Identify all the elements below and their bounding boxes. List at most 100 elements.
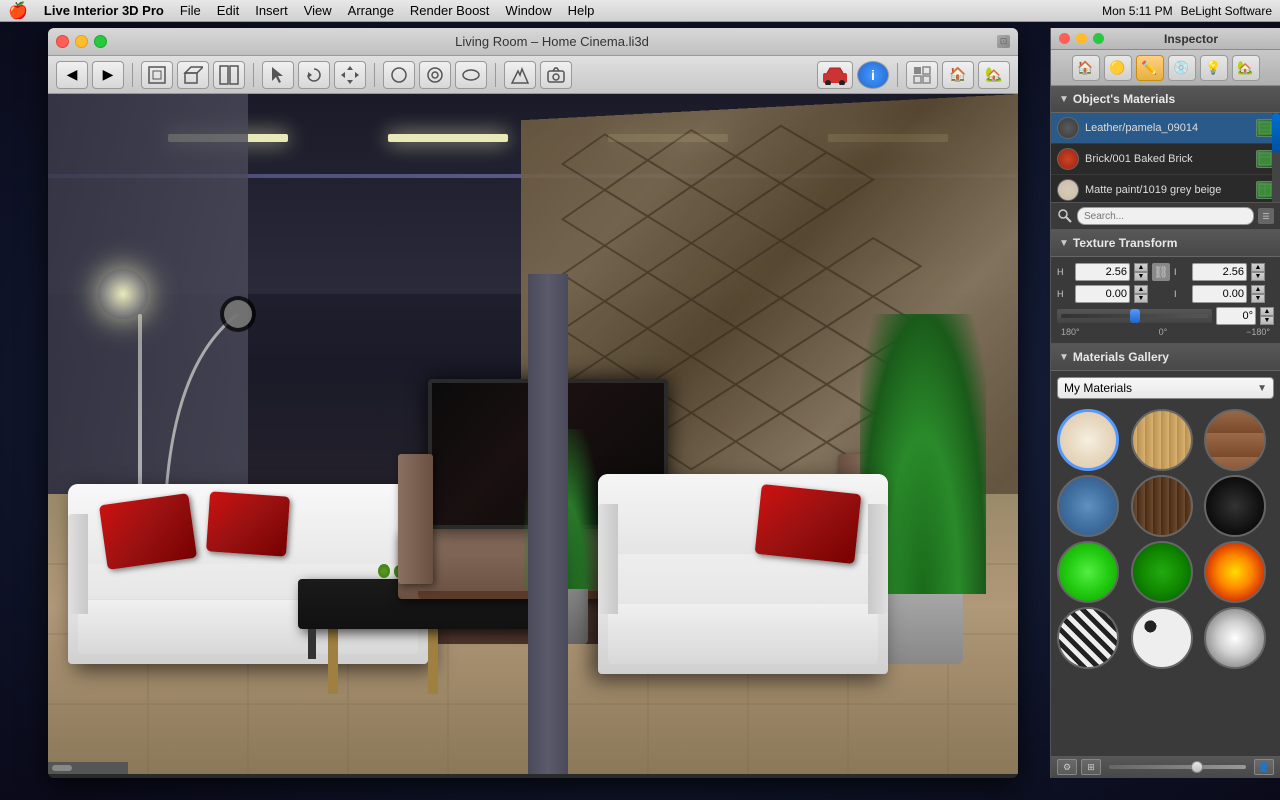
menubar-edit[interactable]: Edit [217, 3, 239, 18]
tt-scale-h-spinner[interactable]: ▲ ▼ [1134, 263, 1148, 281]
material-item-paint[interactable]: Matte paint/1019 grey beige [1051, 175, 1280, 203]
materials-list[interactable]: Leather/pamela_09014 Brick/001 Baked Bri… [1051, 113, 1280, 203]
toolbar-rotate[interactable] [298, 61, 330, 89]
tt-offset-l-input[interactable] [1192, 285, 1247, 303]
tab-room[interactable]: 🏠 [1072, 55, 1100, 81]
tt-scale-l-up[interactable]: ▲ [1251, 263, 1265, 272]
gallery-section-title: Materials Gallery [1073, 350, 1169, 364]
tt-rotation-slider[interactable] [1057, 309, 1212, 323]
inspector-size-slider[interactable] [1109, 765, 1246, 769]
gallery-item-wood-dark[interactable] [1131, 475, 1193, 537]
inspector-minimize[interactable] [1076, 33, 1087, 44]
inspector-user-button[interactable]: 👤 [1254, 759, 1274, 775]
gallery-item-water[interactable] [1057, 475, 1119, 537]
tt-offset-l-spinner[interactable]: ▲ ▼ [1251, 285, 1265, 303]
gallery-item-spots[interactable] [1131, 607, 1193, 669]
materials-menu-button[interactable]: ☰ [1258, 208, 1274, 224]
menubar-help[interactable]: Help [568, 3, 595, 18]
materials-search-input[interactable] [1077, 207, 1254, 225]
toolbar-view2[interactable]: 🏠 [942, 61, 974, 89]
material-item-leather[interactable]: Leather/pamela_09014 [1051, 113, 1280, 144]
toolbar-back[interactable]: ◀ [56, 61, 88, 89]
maximize-button[interactable] [94, 35, 107, 48]
tt-angle-input[interactable] [1216, 307, 1256, 325]
toolbar-view3[interactable]: 🏡 [978, 61, 1010, 89]
materials-scrollbar[interactable] [1272, 113, 1280, 202]
toolbar-floorplan[interactable] [141, 61, 173, 89]
toolbar-car[interactable] [817, 61, 853, 89]
armchair [598, 474, 888, 674]
gallery-item-black[interactable] [1204, 475, 1266, 537]
tt-angle-up[interactable]: ▲ [1260, 307, 1274, 316]
tab-material[interactable]: ✏️ [1136, 55, 1164, 81]
tab-scene[interactable]: 🏡 [1232, 55, 1260, 81]
close-button[interactable] [56, 35, 69, 48]
gallery-item-zebra[interactable] [1057, 607, 1119, 669]
gallery-item-fire[interactable] [1204, 541, 1266, 603]
tt-slider-thumb[interactable] [1130, 309, 1140, 323]
toolbar-sphere[interactable] [383, 61, 415, 89]
toolbar-ring[interactable] [419, 61, 451, 89]
toolbar-select[interactable] [262, 61, 294, 89]
viewport[interactable] [48, 94, 1018, 774]
tt-scale-h-down[interactable]: ▼ [1134, 272, 1148, 281]
gallery-item-brick[interactable] [1204, 409, 1266, 471]
tt-scale-h-input[interactable] [1075, 263, 1130, 281]
tt-offset-l-up[interactable]: ▲ [1251, 285, 1265, 294]
inspector-settings-button[interactable]: ⚙ [1057, 759, 1077, 775]
gallery-item-green-bright[interactable] [1057, 541, 1119, 603]
tt-angle-spinner[interactable]: ▲ ▼ [1260, 307, 1274, 325]
toolbar-move[interactable] [334, 61, 366, 89]
tt-link-button[interactable]: ⛓ [1152, 263, 1170, 281]
menubar-file[interactable]: File [180, 3, 201, 18]
menubar-view[interactable]: View [304, 3, 332, 18]
gallery-item-silver[interactable] [1204, 607, 1266, 669]
tab-object[interactable]: 🟡 [1104, 55, 1132, 81]
gallery-dropdown[interactable]: My Materials ▼ [1057, 377, 1274, 399]
tt-angle-down[interactable]: ▼ [1260, 316, 1274, 325]
apple-menu[interactable]: 🍎 [8, 1, 28, 21]
inspector-maximize[interactable] [1093, 33, 1104, 44]
tt-scale-h-up[interactable]: ▲ [1134, 263, 1148, 272]
tt-offset-h-down[interactable]: ▼ [1134, 294, 1148, 303]
tt-scale-l-down[interactable]: ▼ [1251, 272, 1265, 281]
gallery-item-wood-light[interactable] [1131, 409, 1193, 471]
inspector-close[interactable] [1059, 33, 1070, 44]
gallery-item-cream[interactable] [1057, 409, 1119, 471]
viewport-scrollbar[interactable] [48, 762, 128, 774]
toolbar-sep1 [132, 63, 133, 87]
toolbar-3d-view[interactable] [177, 61, 209, 89]
toolbar-camera[interactable] [540, 61, 572, 89]
inspector-add-button[interactable]: ⊞ [1081, 759, 1101, 775]
inspector-slider-thumb[interactable] [1191, 761, 1203, 773]
section-arrow-gallery: ▼ [1059, 352, 1069, 363]
tt-scale-l-spinner[interactable]: ▲ ▼ [1251, 263, 1265, 281]
minimize-button[interactable] [75, 35, 88, 48]
tt-offset-h-spinner[interactable]: ▲ ▼ [1134, 285, 1148, 303]
eyedropper-icon[interactable] [1057, 208, 1073, 224]
window-resize-button[interactable]: ⊡ [997, 35, 1010, 48]
inspector-title: Inspector [1110, 32, 1272, 46]
materials-scrollbar-thumb[interactable] [1272, 113, 1280, 153]
tt-offset-h-up[interactable]: ▲ [1134, 285, 1148, 294]
menubar-appname[interactable]: Live Interior 3D Pro [44, 3, 164, 18]
menubar-renderbost[interactable]: Render Boost [410, 3, 490, 18]
tt-offset-h-input[interactable] [1075, 285, 1130, 303]
toolbar-forward[interactable]: ▶ [92, 61, 124, 89]
tab-texture[interactable]: 💿 [1168, 55, 1196, 81]
menubar-window[interactable]: Window [505, 3, 551, 18]
toolbar-split[interactable] [213, 61, 245, 89]
gallery-item-green-dark[interactable] [1131, 541, 1193, 603]
tt-offset-l-down[interactable]: ▼ [1251, 294, 1265, 303]
menubar-insert[interactable]: Insert [255, 3, 288, 18]
toolbar-oval[interactable] [455, 61, 487, 89]
menubar-arrange[interactable]: Arrange [348, 3, 394, 18]
tab-light[interactable]: 💡 [1200, 55, 1228, 81]
sofa-pillow-1 [99, 493, 197, 570]
toolbar-build[interactable] [504, 61, 536, 89]
toolbar-view1[interactable] [906, 61, 938, 89]
tt-scale-l-input[interactable] [1192, 263, 1247, 281]
plant-pot-right [883, 584, 963, 664]
material-item-brick[interactable]: Brick/001 Baked Brick [1051, 144, 1280, 175]
toolbar-info[interactable]: i [857, 61, 889, 89]
